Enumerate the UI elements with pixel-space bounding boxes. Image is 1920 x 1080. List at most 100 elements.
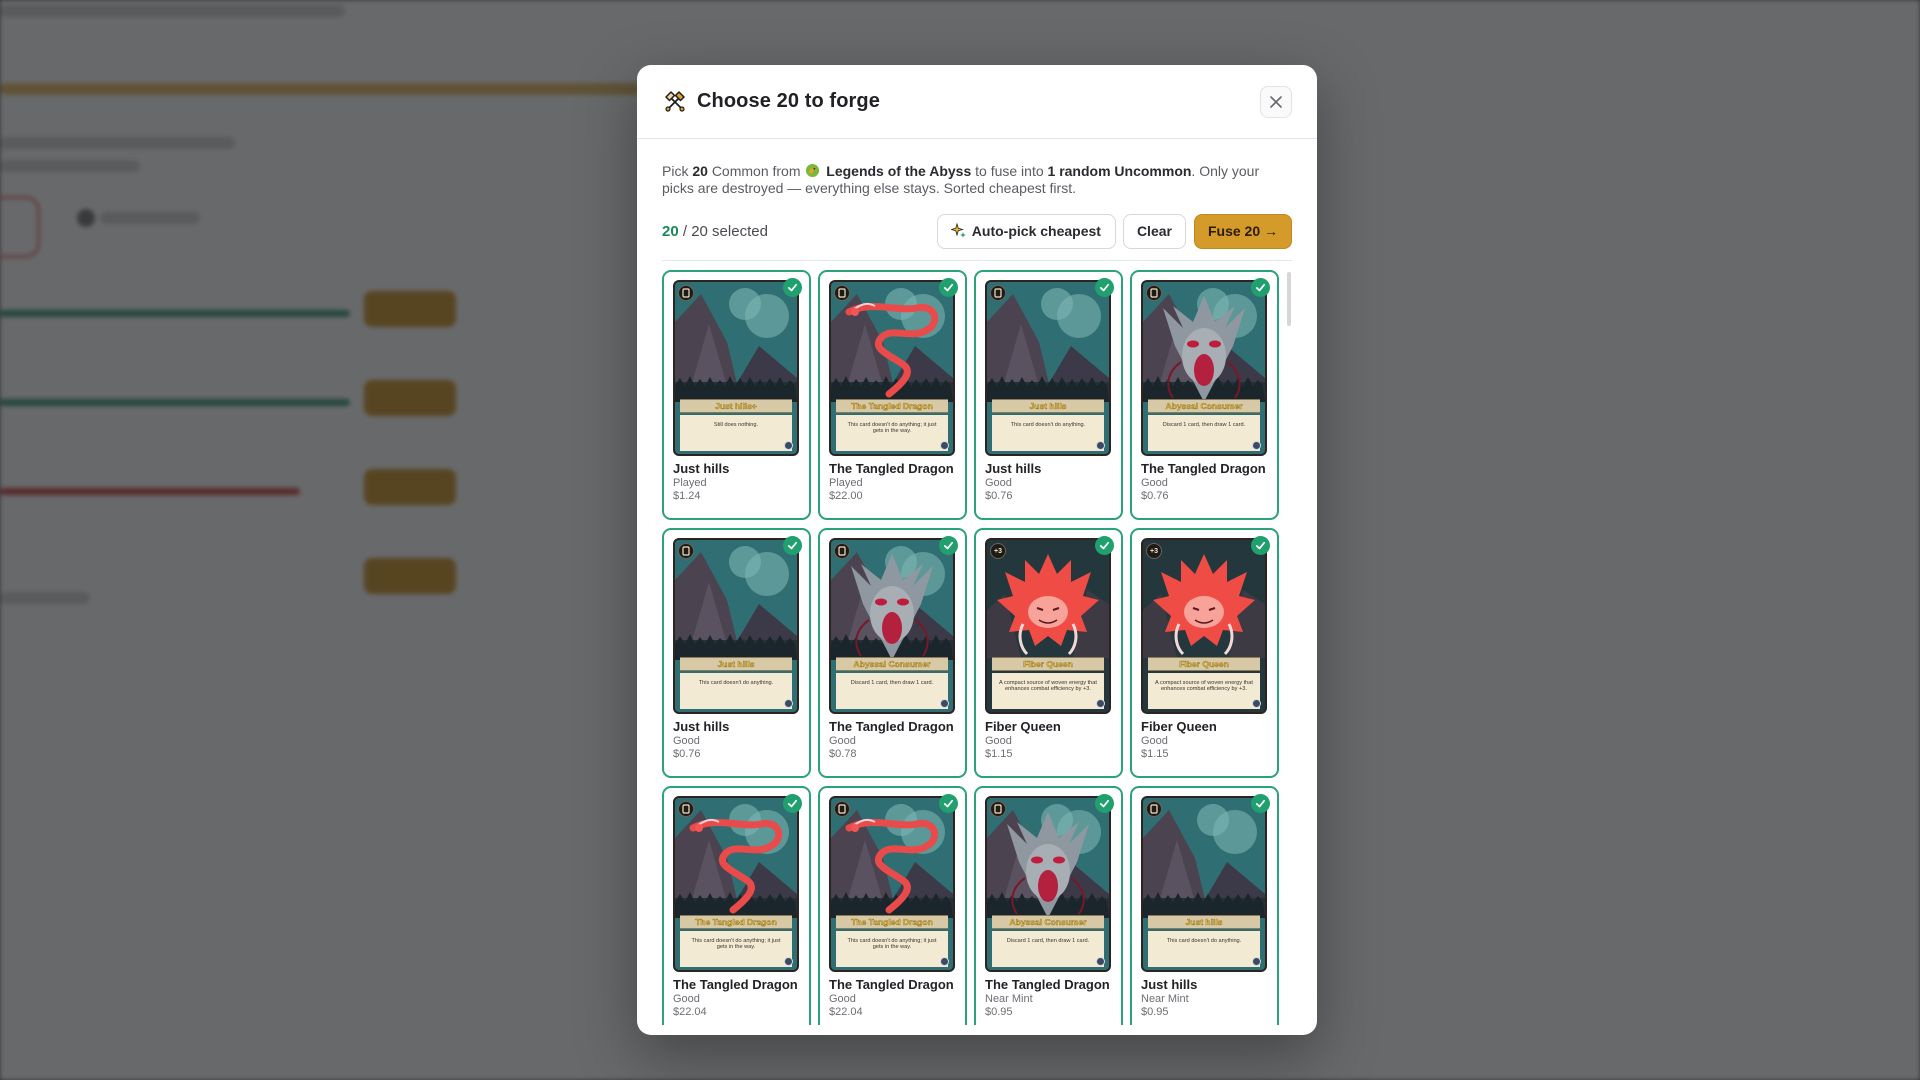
art-card-name: Abyssal Consumer <box>853 659 931 669</box>
card-price: $0.95 <box>985 1006 1013 1018</box>
card-tile[interactable]: Just hills+ Still does nothing. Just hil… <box>662 270 811 520</box>
selection-count: 20 / 20 selected <box>662 223 768 240</box>
selected-check-icon <box>783 278 802 297</box>
selected-check-icon <box>1251 278 1270 297</box>
card-condition: Good <box>1141 477 1168 489</box>
selected-total: / 20 selected <box>682 222 768 240</box>
card-name: The Tangled Dragon <box>829 977 954 992</box>
art-card-text: A compact source of woven energy that en… <box>999 680 1097 693</box>
sparkle-icon <box>950 223 967 239</box>
selected-check-icon <box>939 794 958 813</box>
card-price: $1.24 <box>673 490 701 502</box>
art-card-name: The Tangled Dragon <box>851 401 933 411</box>
card-art: Abyssal Consumer Discard 1 card, then dr… <box>985 796 1111 972</box>
card-name: Fiber Queen <box>1141 719 1217 734</box>
crossed-hammers-icon <box>663 90 687 114</box>
card-name: Just hills <box>673 461 730 476</box>
selected-check-icon <box>939 278 958 297</box>
rarity-gem-icon <box>940 699 949 708</box>
modal-title: Choose 20 to forge <box>697 90 880 112</box>
card-tile[interactable]: Abyssal Consumer Discard 1 card, then dr… <box>1130 270 1279 520</box>
card-type-icon <box>1146 801 1162 817</box>
card-tile[interactable]: Abyssal Consumer Discard 1 card, then dr… <box>974 786 1123 1025</box>
selected-count: 20 <box>662 222 679 240</box>
card-type-icon <box>678 801 694 817</box>
card-type-icon <box>834 285 850 301</box>
card-tile[interactable]: Just hills This card doesn't do anything… <box>974 270 1123 520</box>
art-card-text: Still does nothing. <box>713 422 759 428</box>
card-type-icon: +3 <box>990 543 1006 559</box>
modal-body: Pick 20 Common from Legends of the Abyss… <box>637 139 1317 1025</box>
desc-rarity-from: Common from <box>711 163 801 179</box>
card-type-icon <box>678 285 694 301</box>
art-card-name: Just hills <box>717 659 755 669</box>
rarity-gem-icon <box>1096 699 1105 708</box>
card-art: Just hills This card doesn't do anything… <box>985 280 1111 456</box>
art-text-box <box>680 673 792 709</box>
card-art: +3 Fiber Queen A compact source of woven… <box>1141 538 1267 714</box>
close-button[interactable] <box>1260 85 1292 118</box>
card-tile[interactable]: The Tangled Dragon This card doesn't do … <box>818 786 967 1025</box>
card-tile[interactable]: +3 Fiber Queen A compact source of woven… <box>1130 528 1279 778</box>
art-card-name: The Tangled Dragon <box>695 917 777 927</box>
art-card-text: This card doesn't do anything. <box>1166 938 1242 944</box>
card-condition: Good <box>829 993 856 1005</box>
fuse-button[interactable]: Fuse 20 → <box>1193 213 1292 249</box>
card-tile[interactable]: Just hills This card doesn't do anything… <box>1130 786 1279 1025</box>
rarity-gem-icon <box>1252 957 1261 966</box>
selected-check-icon <box>1251 794 1270 813</box>
card-tile[interactable]: Abyssal Consumer Discard 1 card, then dr… <box>818 528 967 778</box>
rarity-gem-icon <box>784 441 793 450</box>
card-price: $0.95 <box>1141 1006 1169 1018</box>
card-price: $0.78 <box>829 748 857 760</box>
card-condition: Near Mint <box>985 993 1033 1005</box>
card-condition: Good <box>829 735 856 747</box>
card-tile[interactable]: The Tangled Dragon This card doesn't do … <box>818 270 967 520</box>
card-grid: Just hills+ Still does nothing. Just hil… <box>662 270 1292 1025</box>
auto-pick-button[interactable]: Auto-pick cheapest <box>936 213 1116 249</box>
forge-actions: 20 / 20 selected Auto-pick cheapest Clea… <box>662 213 1292 249</box>
rarity-gem-icon <box>1252 441 1261 450</box>
card-name: The Tangled Dragon <box>829 719 954 734</box>
forge-modal: Choose 20 to forge Pick 20 Common from L… <box>637 65 1317 1035</box>
forge-description: Pick 20 Common from Legends of the Abyss… <box>662 163 1292 196</box>
desc-fuse-result: 1 random Uncommon <box>1047 163 1192 179</box>
divider <box>662 260 1292 261</box>
selected-check-icon <box>783 794 802 813</box>
rarity-gem-icon <box>1096 441 1105 450</box>
rarity-gem-icon <box>1096 957 1105 966</box>
art-text-box <box>1148 931 1260 967</box>
card-type-icon: +3 <box>1146 543 1162 559</box>
art-card-text: Discard 1 card, then draw 1 card. <box>1006 938 1090 944</box>
card-price: $0.76 <box>1141 490 1169 502</box>
card-condition: Near Mint <box>1141 993 1189 1005</box>
rarity-gem-icon <box>784 699 793 708</box>
card-type-icon <box>990 801 1006 817</box>
clear-button[interactable]: Clear <box>1122 213 1186 249</box>
card-price: $1.15 <box>985 748 1013 760</box>
art-text-box <box>1148 415 1260 451</box>
card-name: The Tangled Dragon <box>1141 461 1266 476</box>
scrollbar-thumb[interactable] <box>1287 272 1291 326</box>
card-name: Just hills <box>985 461 1042 476</box>
card-art: The Tangled Dragon This card doesn't do … <box>829 280 955 456</box>
card-price: $1.15 <box>1141 748 1169 760</box>
card-tile[interactable]: Just hills This card doesn't do anything… <box>662 528 811 778</box>
card-price: $22.04 <box>829 1006 863 1018</box>
rarity-gem-icon <box>784 957 793 966</box>
rarity-gem-icon <box>1252 699 1261 708</box>
card-art: The Tangled Dragon This card doesn't do … <box>673 796 799 972</box>
art-text-box <box>836 673 948 709</box>
card-tile[interactable]: +3 Fiber Queen A compact source of woven… <box>974 528 1123 778</box>
card-grid-scroll[interactable]: Just hills+ Still does nothing. Just hil… <box>662 270 1292 1025</box>
art-card-text: This card doesn't do anything. <box>698 680 774 686</box>
selected-check-icon <box>1095 536 1114 555</box>
card-art: Just hills+ Still does nothing. <box>673 280 799 456</box>
card-price: $22.00 <box>829 490 863 502</box>
art-text-box <box>680 415 792 451</box>
card-art: Abyssal Consumer Discard 1 card, then dr… <box>829 538 955 714</box>
card-tile[interactable]: The Tangled Dragon This card doesn't do … <box>662 786 811 1025</box>
auto-pick-label: Auto-pick cheapest <box>971 223 1101 239</box>
close-icon <box>1269 95 1283 109</box>
art-card-text: Discard 1 card, then draw 1 card. <box>1162 422 1246 428</box>
